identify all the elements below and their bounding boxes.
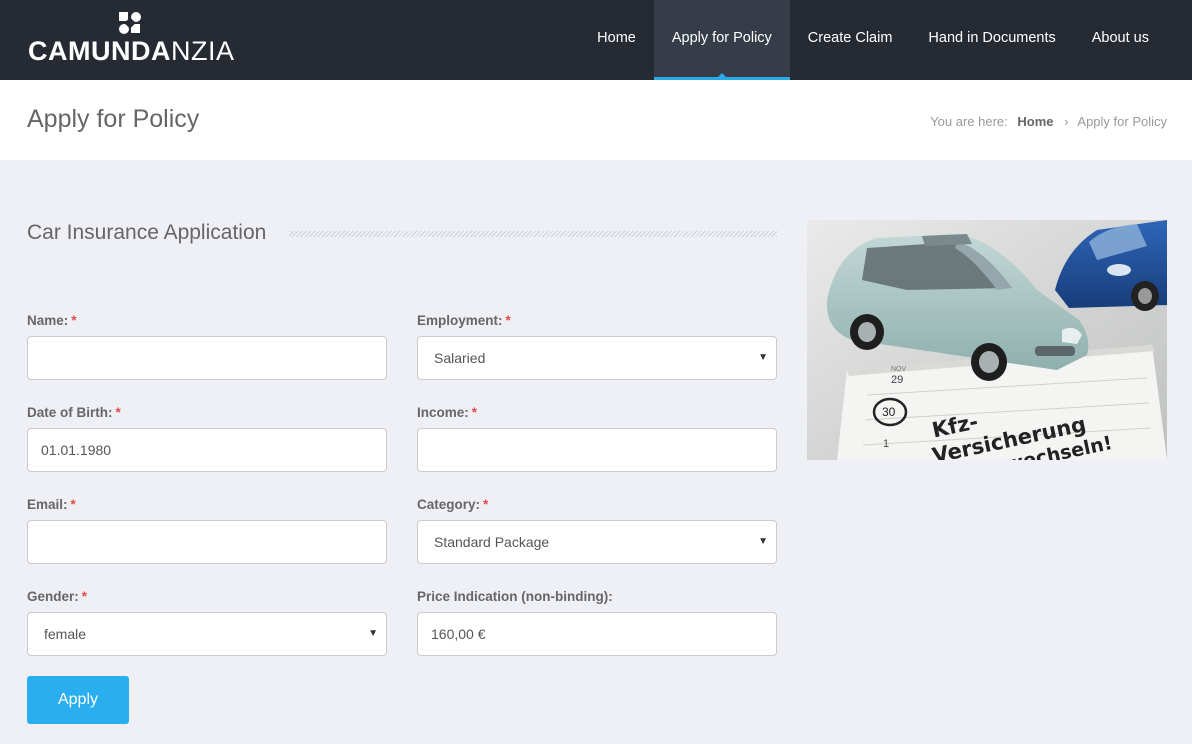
calendar-day-29: 29 xyxy=(891,374,903,386)
gender-label: Gender: * xyxy=(27,589,87,604)
caret-down-icon: ▼ xyxy=(758,536,768,547)
nav-apply-for-policy[interactable]: Apply for Policy xyxy=(653,0,790,80)
breadcrumb-separator-icon: › xyxy=(1064,114,1069,129)
title-divider xyxy=(289,231,777,237)
apply-button[interactable]: Apply xyxy=(27,676,129,724)
gender-selected-value: female xyxy=(44,626,87,642)
category-label-text: Category: xyxy=(417,497,481,512)
category-select[interactable]: Standard Package ▼ xyxy=(417,520,777,564)
caret-down-icon: ▼ xyxy=(368,628,378,639)
nav-create-claim[interactable]: Create Claim xyxy=(790,0,911,80)
required-marker: * xyxy=(115,405,121,420)
car-photo-illustration: NOV 29 30 1 Kfz- Versicherung wechseln! xyxy=(807,220,1167,460)
gender-select[interactable]: female ▼ xyxy=(27,612,387,656)
employment-select[interactable]: Salaried ▼ xyxy=(417,336,777,380)
required-marker: * xyxy=(70,497,76,512)
breadcrumb-home-link[interactable]: Home xyxy=(1017,114,1053,129)
email-input[interactable] xyxy=(27,520,387,564)
required-marker: * xyxy=(81,589,88,604)
nav-home[interactable]: Home xyxy=(579,0,654,80)
nav-about-us[interactable]: About us xyxy=(1074,0,1167,80)
email-label-text: Email: xyxy=(27,497,68,512)
dob-label: Date of Birth: * xyxy=(27,405,121,420)
price-indication-field[interactable] xyxy=(417,612,777,656)
car-insurance-photo: NOV 29 30 1 Kfz- Versicherung wechseln! xyxy=(807,220,1167,460)
nav-hand-in-documents[interactable]: Hand in Documents xyxy=(910,0,1073,80)
income-input[interactable] xyxy=(417,428,777,472)
required-marker: * xyxy=(471,405,478,420)
brand-name-light: NZIA xyxy=(170,36,235,66)
employment-label-text: Employment: xyxy=(417,313,503,328)
name-label-text: Name: xyxy=(27,313,69,328)
calendar-day-1: 1 xyxy=(883,438,889,450)
breadcrumb-prefix: You are here: xyxy=(930,114,1008,129)
dob-input[interactable] xyxy=(27,428,387,472)
email-label: Email: * xyxy=(27,497,76,512)
page-title-bar: Apply for Policy You are here: Home › Ap… xyxy=(0,80,1192,160)
name-label: Name: * xyxy=(27,313,77,328)
gender-label-text: Gender: xyxy=(27,589,79,604)
form-title: Car Insurance Application xyxy=(27,221,267,244)
calendar-month: NOV xyxy=(891,366,907,373)
brand-logo[interactable]: CAMUNDANZIA xyxy=(28,10,238,66)
category-label: Category: * xyxy=(417,497,488,512)
required-marker: * xyxy=(505,313,511,328)
employment-label: Employment: * xyxy=(417,313,511,328)
breadcrumb-current: Apply for Policy xyxy=(1077,114,1167,129)
top-navbar: CAMUNDANZIA Home Apply for Policy Create… xyxy=(0,0,1192,80)
category-selected-value: Standard Package xyxy=(434,534,550,550)
income-label-text: Income: xyxy=(417,405,469,420)
breadcrumb: You are here: Home › Apply for Policy xyxy=(930,114,1167,129)
brand-name-bold: CAMUNDA xyxy=(28,36,171,66)
required-marker: * xyxy=(483,497,489,512)
page-title: Apply for Policy xyxy=(27,105,200,133)
brand-name: CAMUNDANZIA xyxy=(28,36,235,66)
main-nav: Home Apply for Policy Create Claim Hand … xyxy=(579,0,1167,80)
price-label: Price Indication (non-binding): xyxy=(417,589,613,604)
caret-down-icon: ▼ xyxy=(758,352,768,363)
name-input[interactable] xyxy=(27,336,387,380)
income-label: Income: * xyxy=(417,405,477,420)
dob-label-text: Date of Birth: xyxy=(27,405,113,420)
logo-mark-icon xyxy=(119,12,141,34)
calendar-day-30: 30 xyxy=(882,405,896,419)
employment-selected-value: Salaried xyxy=(434,350,486,366)
required-marker: * xyxy=(71,313,77,328)
